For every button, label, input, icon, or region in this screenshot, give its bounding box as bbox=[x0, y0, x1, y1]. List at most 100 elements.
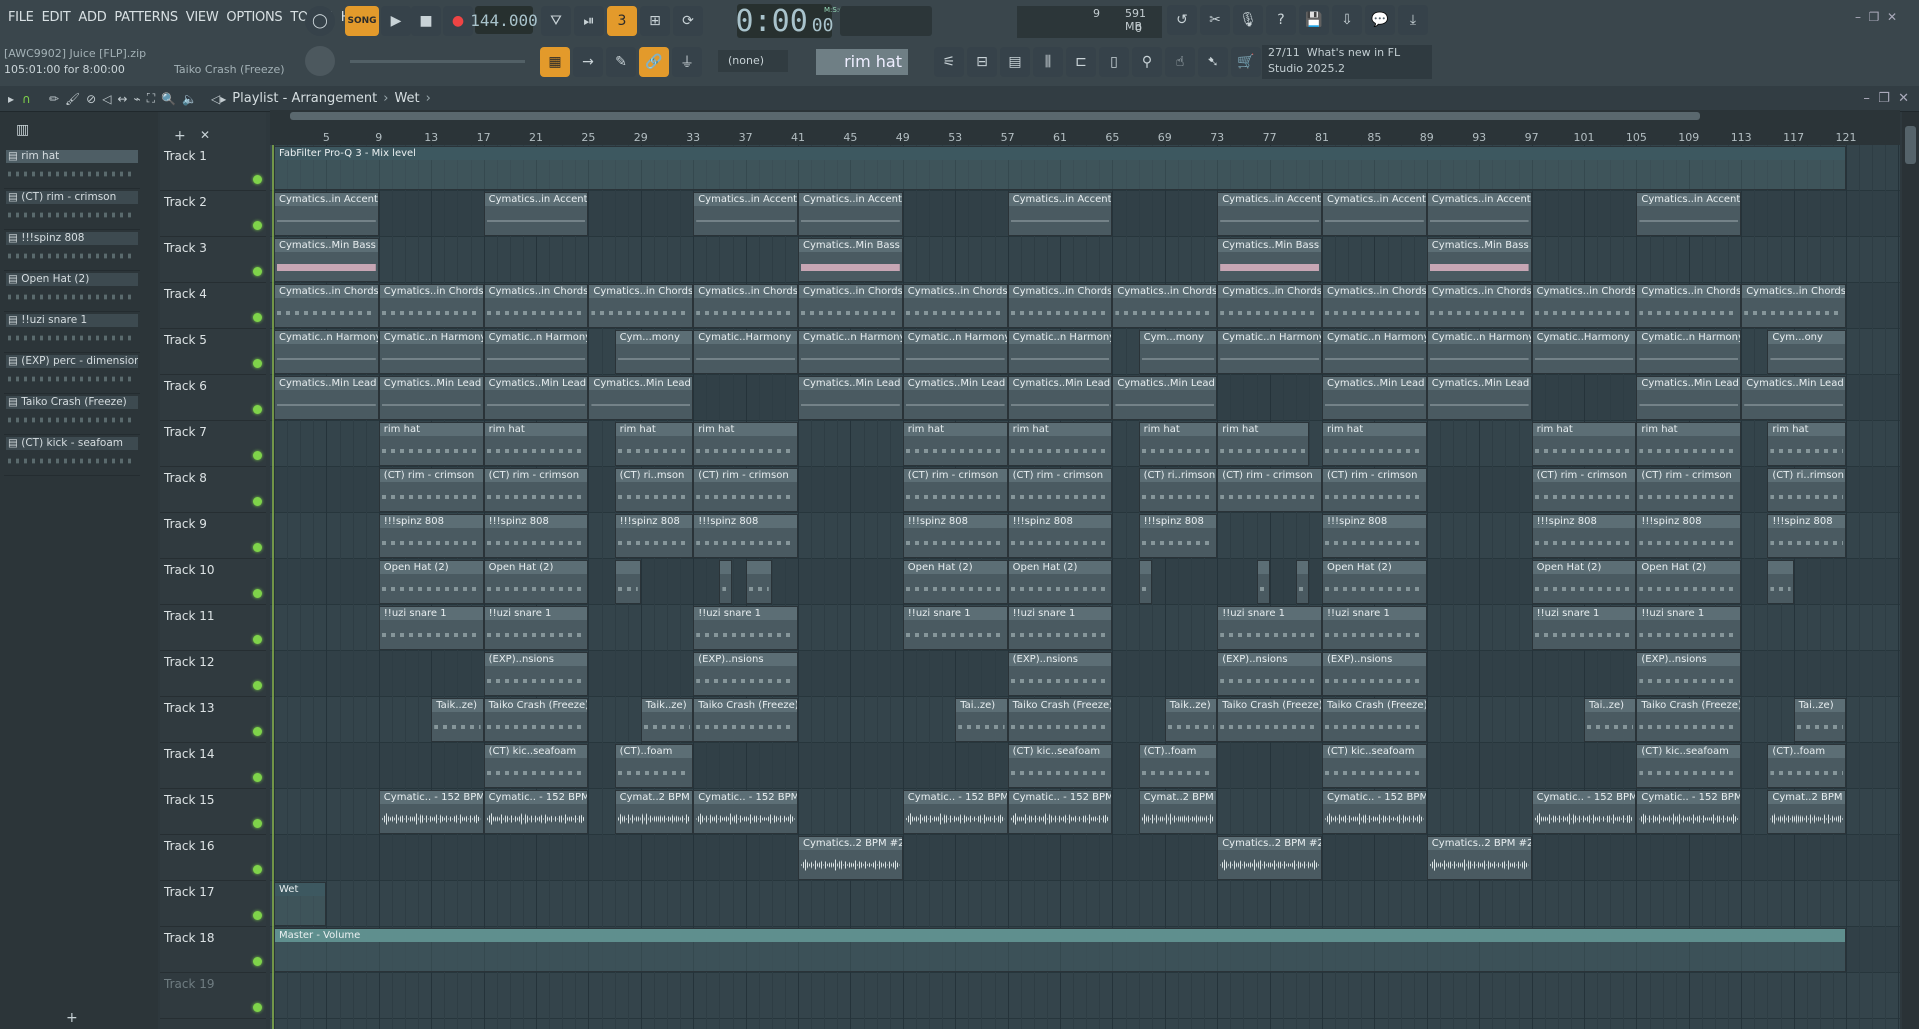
stamp-button[interactable]: ⏚ bbox=[672, 47, 702, 77]
track-header[interactable]: Track 4 bbox=[160, 283, 266, 329]
pattern-clip[interactable]: Cymatic..Harmony bbox=[1531, 330, 1637, 374]
pattern-clip[interactable]: Cymatics..in Chords bbox=[1531, 284, 1637, 328]
paint-icon[interactable]: 🖌 bbox=[65, 92, 80, 106]
touch-button[interactable]: ☝ bbox=[1165, 47, 1195, 77]
pattern-clip[interactable]: rim hat bbox=[614, 422, 694, 466]
pattern-clip[interactable]: rim hat bbox=[1322, 422, 1427, 466]
pattern-clip[interactable]: Cymatic..n Harmony bbox=[902, 330, 1008, 374]
track-mute-led[interactable] bbox=[253, 635, 262, 644]
pencil-icon[interactable]: ✏ bbox=[49, 92, 59, 106]
pattern-clip[interactable] bbox=[1767, 560, 1794, 604]
track-mute-led[interactable] bbox=[253, 543, 262, 552]
pattern-clip[interactable]: !!uzi snare 1 bbox=[1007, 606, 1113, 650]
master-pitch-slider[interactable] bbox=[350, 60, 525, 63]
current-pattern-box[interactable]: rim hat bbox=[816, 49, 908, 75]
mixer-button[interactable]: ⫼ bbox=[1033, 47, 1063, 77]
automation-clip[interactable]: FabFilter Pro-Q 3 - Mix level bbox=[274, 146, 1846, 190]
pattern-clip[interactable]: !!!spinz 808 bbox=[1138, 514, 1218, 558]
pattern-clip[interactable]: Open Hat (2) bbox=[902, 560, 1008, 604]
pattern-clip[interactable]: Taiko Crash (Freeze) bbox=[1007, 698, 1113, 742]
browser-button[interactable]: ⊏ bbox=[1066, 47, 1096, 77]
track-header[interactable]: Track 14 bbox=[160, 743, 266, 789]
pattern-clip[interactable]: Cymatic.. - 152 BPM bbox=[693, 790, 798, 834]
track-mute-led[interactable] bbox=[253, 313, 262, 322]
pattern-item[interactable]: ▤ Taiko Crash (Freeze) bbox=[4, 394, 140, 435]
pattern-selector[interactable]: (none) bbox=[718, 50, 788, 72]
slip-icon[interactable]: ↔ bbox=[117, 92, 127, 106]
pattern-clip[interactable]: Cymatic.. - 152 BPM bbox=[1636, 790, 1742, 834]
playlist-menu-icon[interactable]: ◁▸ bbox=[211, 92, 226, 106]
slice-icon[interactable]: ⌁ bbox=[133, 92, 140, 106]
vertical-scrollbar[interactable] bbox=[1902, 112, 1919, 1029]
pattern-clip[interactable]: !!uzi snare 1 bbox=[1217, 606, 1322, 650]
add-track-icon[interactable]: + bbox=[174, 128, 186, 144]
automation-clip[interactable]: Master - Volume bbox=[274, 928, 1846, 972]
pattern-clip[interactable]: Open Hat (2) bbox=[1007, 560, 1113, 604]
pattern-clip[interactable]: Cymatics..in Chords bbox=[483, 284, 589, 328]
remove-track-icon[interactable]: ✕ bbox=[200, 128, 210, 142]
pattern-clip[interactable]: Open Hat (2) bbox=[378, 560, 484, 604]
pattern-clip[interactable]: Cymatic..n Harmony bbox=[1426, 330, 1532, 374]
track-lane[interactable] bbox=[270, 237, 1900, 283]
playlist-window-controls[interactable]: – ❐ ✕ bbox=[1863, 91, 1909, 106]
picker-piano-icon[interactable]: ▥ bbox=[16, 122, 29, 138]
horizontal-scroll-thumb[interactable] bbox=[290, 112, 1700, 120]
pattern-clip[interactable] bbox=[1256, 560, 1270, 604]
pattern-clip[interactable]: Cymatics..in Accent bbox=[1217, 192, 1322, 236]
plugin-button[interactable]: ⚲ bbox=[1132, 47, 1162, 77]
pattern-clip[interactable]: Cymatics..in Accent bbox=[798, 192, 903, 236]
pattern-clip[interactable]: Cymatic..n Harmony bbox=[1007, 330, 1113, 374]
close-icon[interactable]: ✕ bbox=[1887, 10, 1897, 24]
magnet-icon[interactable]: ∩ bbox=[22, 92, 31, 106]
track-mute-led[interactable] bbox=[253, 911, 262, 920]
pattern-clip[interactable]: !!uzi snare 1 bbox=[483, 606, 589, 650]
track-header[interactable]: Track 19 bbox=[160, 973, 266, 1019]
pattern-clip[interactable]: !!uzi snare 1 bbox=[1531, 606, 1637, 650]
pattern-clip[interactable]: !!!spinz 808 bbox=[614, 514, 694, 558]
pattern-clip[interactable]: (CT) ri..rimson bbox=[1138, 468, 1218, 512]
circle-pattern-song-toggle[interactable]: ◯ bbox=[305, 6, 335, 36]
track-mute-led[interactable] bbox=[253, 267, 262, 276]
pattern-clip[interactable]: Cymatics..in Chords bbox=[1217, 284, 1322, 328]
pattern-item[interactable]: ▤ (CT) rim - crimson bbox=[4, 189, 140, 230]
pattern-clip[interactable]: Cymatics..in Chords bbox=[1007, 284, 1113, 328]
track-mute-led[interactable] bbox=[253, 589, 262, 598]
pattern-clip[interactable]: (EXP)..nsions bbox=[483, 652, 589, 696]
track-mute-led[interactable] bbox=[253, 681, 262, 690]
minimize-icon[interactable]: – bbox=[1855, 10, 1861, 24]
pattern-clip[interactable]: Cymatics..in Accent bbox=[1636, 192, 1742, 236]
step-edit-button[interactable]: ⊞ bbox=[640, 6, 670, 36]
pattern-clip[interactable]: Open Hat (2) bbox=[1322, 560, 1427, 604]
pattern-clip[interactable]: !!uzi snare 1 bbox=[378, 606, 484, 650]
metronome-button[interactable]: ⛛ bbox=[541, 6, 571, 36]
pattern-clip[interactable]: Cymatic..n Harmony bbox=[1217, 330, 1322, 374]
pattern-clip[interactable]: Cymatics..in Chords bbox=[588, 284, 694, 328]
pattern-clip[interactable]: Cymatics..Min Bass bbox=[274, 238, 379, 282]
track-header[interactable]: Track 16 bbox=[160, 835, 266, 881]
pattern-clip[interactable]: Taiko Crash (Freeze) bbox=[1636, 698, 1742, 742]
link-button[interactable]: 🔗 bbox=[639, 47, 669, 77]
pattern-clip[interactable]: Cymatics..in Chords bbox=[798, 284, 903, 328]
track-mute-led[interactable] bbox=[253, 957, 262, 966]
download-button[interactable]: ⤓ bbox=[1398, 5, 1428, 35]
pattern-clip[interactable]: (CT) rim - crimson bbox=[1007, 468, 1113, 512]
pattern-clip[interactable] bbox=[614, 560, 641, 604]
menu-options[interactable]: OPTIONS bbox=[222, 8, 286, 28]
pattern-clip[interactable]: Cymatic..n Harmony bbox=[378, 330, 484, 374]
undo-button[interactable]: ↺ bbox=[1167, 5, 1197, 35]
pattern-clip[interactable]: Cym...mony bbox=[1138, 330, 1218, 374]
pattern-item[interactable]: ▤ !!uzi snare 1 bbox=[4, 312, 140, 353]
menu-edit[interactable]: EDIT bbox=[38, 8, 75, 28]
track-header[interactable]: Track 12 bbox=[160, 651, 266, 697]
menu-view[interactable]: VIEW bbox=[182, 8, 223, 28]
track-header[interactable]: Track 18 bbox=[160, 927, 266, 973]
track-header[interactable]: Track 8 bbox=[160, 467, 266, 513]
pattern-clip[interactable]: (CT) rim - crimson bbox=[1531, 468, 1637, 512]
pattern-clip[interactable]: Cymatics..in Chords bbox=[378, 284, 484, 328]
store-button[interactable]: 🛒 bbox=[1231, 47, 1261, 77]
vertical-scroll-thumb[interactable] bbox=[1905, 126, 1916, 164]
pattern-clip[interactable]: Cymatics..Min Lead bbox=[483, 376, 589, 420]
song-mode-button[interactable]: SONG bbox=[345, 6, 379, 36]
pattern-clip[interactable]: rim hat bbox=[483, 422, 589, 466]
pattern-clip[interactable]: Cymatics..Min Lead bbox=[1322, 376, 1427, 420]
